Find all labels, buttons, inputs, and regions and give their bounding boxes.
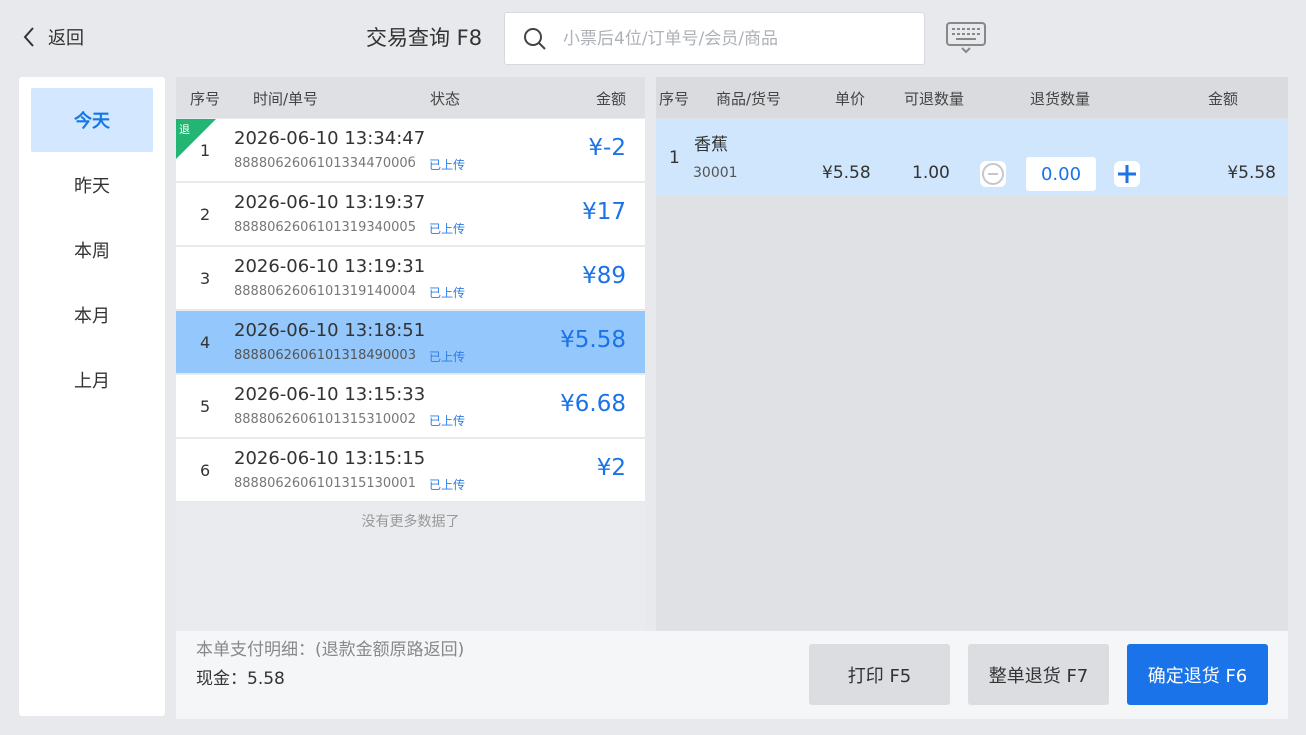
print-button[interactable]: 打印 F5: [809, 644, 950, 705]
date-filter-yesterday[interactable]: 昨天: [31, 153, 153, 217]
decrease-qty-button[interactable]: [980, 161, 1006, 187]
top-bar: 返回 交易查询 F8: [0, 0, 1306, 76]
order-index: 2: [200, 205, 211, 224]
date-filter-today[interactable]: 今天: [31, 88, 153, 152]
order-index: 3: [200, 269, 211, 288]
order-time: 2026-06-10 13:18:51: [234, 320, 426, 341]
detail-header: 序号 商品/货号 单价 可退数量 退货数量 金额: [656, 77, 1288, 118]
increase-qty-button[interactable]: [1114, 161, 1140, 187]
header-status: 状态: [430, 90, 461, 108]
detail-header-amount: 金额: [1208, 90, 1239, 108]
order-status: 已上传: [429, 350, 466, 364]
search-input[interactable]: [563, 28, 903, 49]
order-row[interactable]: 5 2026-06-10 13:15:33 888806260610131531…: [176, 375, 645, 438]
action-bar: 本单支付明细：(退款金额原路返回) 现金：5.58 打印 F5 整单退货 F7 …: [176, 631, 1288, 719]
header-index: 序号: [190, 90, 221, 108]
search-icon: [524, 27, 546, 50]
order-list-header: 序号 时间/单号 状态 金额: [176, 77, 645, 118]
order-amount: ¥2: [596, 455, 626, 481]
detail-header-returnable: 可退数量: [904, 90, 965, 108]
returnable-qty: 1.00: [912, 163, 950, 183]
order-index: 5: [200, 397, 211, 416]
order-row[interactable]: 6 2026-06-10 13:15:15 888806260610131513…: [176, 439, 645, 502]
detail-row: 1 香蕉 30001 ¥5.58 1.00 ¥5.58: [656, 120, 1288, 196]
order-status: 已上传: [429, 478, 466, 492]
product-code: 30001: [693, 165, 738, 181]
date-filter-this-month[interactable]: 本月: [31, 283, 153, 347]
unit-price: ¥5.58: [822, 163, 871, 183]
order-row[interactable]: 退 1 2026-06-10 13:34:47 8888062606101334…: [176, 119, 645, 182]
order-index: 4: [200, 333, 211, 352]
payment-detail-title: 本单支付明细：(退款金额原路返回): [196, 640, 465, 660]
header-time: 时间/单号: [253, 90, 319, 108]
order-status: 已上传: [429, 414, 466, 428]
order-number: 8888062606101318490003: [234, 348, 416, 363]
order-time: 2026-06-10 13:19:31: [234, 256, 426, 277]
order-amount: ¥-2: [588, 135, 626, 161]
order-number: 888806260610133447000б: [234, 156, 416, 171]
order-number: 8888062606101315310002: [234, 412, 416, 427]
date-filter-panel: 今天 昨天 本周 本月 上月: [19, 77, 165, 716]
order-number: 8888062606101319140004: [234, 284, 416, 299]
order-amount: ¥17: [582, 199, 626, 225]
order-status: 已上传: [429, 158, 466, 172]
order-index: 6: [200, 461, 211, 480]
date-filter-last-month[interactable]: 上月: [31, 348, 153, 412]
order-row[interactable]: 2 2026-06-10 13:19:37 888806260610131934…: [176, 183, 645, 246]
return-all-button[interactable]: 整单退货 F7: [968, 644, 1109, 705]
header-amount: 金额: [596, 90, 627, 108]
order-amount: ¥89: [582, 263, 626, 289]
order-time: 2026-06-10 13:34:47: [234, 128, 426, 149]
date-filter-this-week[interactable]: 本周: [31, 218, 153, 282]
order-list-panel: 序号 时间/单号 状态 金额 退 1 2026-06-10 13:34:47 8…: [176, 77, 645, 631]
line-amount: ¥5.58: [1227, 163, 1276, 183]
order-amount: ¥6.68: [560, 391, 626, 417]
order-row[interactable]: 3 2026-06-10 13:19:31 888806260610131914…: [176, 247, 645, 310]
minus-icon: [982, 163, 1004, 185]
back-button[interactable]: 返回: [22, 24, 84, 50]
detail-header-price: 单价: [835, 90, 866, 108]
order-status: 已上传: [429, 222, 466, 236]
confirm-return-button[interactable]: 确定退货 F6: [1127, 644, 1268, 705]
keyboard-icon[interactable]: [946, 20, 986, 54]
payment-cash: 现金：5.58: [196, 669, 285, 689]
order-number: 8888062606101319340005: [234, 220, 416, 235]
order-index: 1: [200, 141, 211, 160]
chevron-left-icon: [23, 27, 34, 47]
detail-index: 1: [669, 148, 680, 168]
plus-icon: [1118, 165, 1136, 183]
detail-header-product: 商品/货号: [716, 90, 782, 108]
order-number: 8888062606101315130001: [234, 476, 416, 491]
order-time: 2026-06-10 13:15:33: [234, 384, 426, 405]
back-label: 返回: [48, 28, 84, 49]
order-detail-panel: 序号 商品/货号 单价 可退数量 退货数量 金额 1 香蕉 30001 ¥5.5…: [656, 77, 1288, 631]
order-status: 已上传: [429, 286, 466, 300]
page-title: 交易查询 F8: [366, 26, 483, 50]
product-name: 香蕉: [694, 135, 728, 155]
order-amount: ¥5.58: [560, 327, 626, 353]
order-row-selected[interactable]: 4 2026-06-10 13:18:51 888806260610131849…: [176, 311, 645, 374]
detail-header-index: 序号: [659, 90, 690, 108]
order-time: 2026-06-10 13:19:37: [234, 192, 426, 213]
detail-header-return-qty: 退货数量: [1030, 90, 1091, 108]
order-time: 2026-06-10 13:15:15: [234, 448, 426, 469]
return-qty-input[interactable]: [1026, 157, 1096, 191]
search-box[interactable]: [504, 12, 925, 65]
no-more-data-text: 没有更多数据了: [361, 514, 460, 530]
